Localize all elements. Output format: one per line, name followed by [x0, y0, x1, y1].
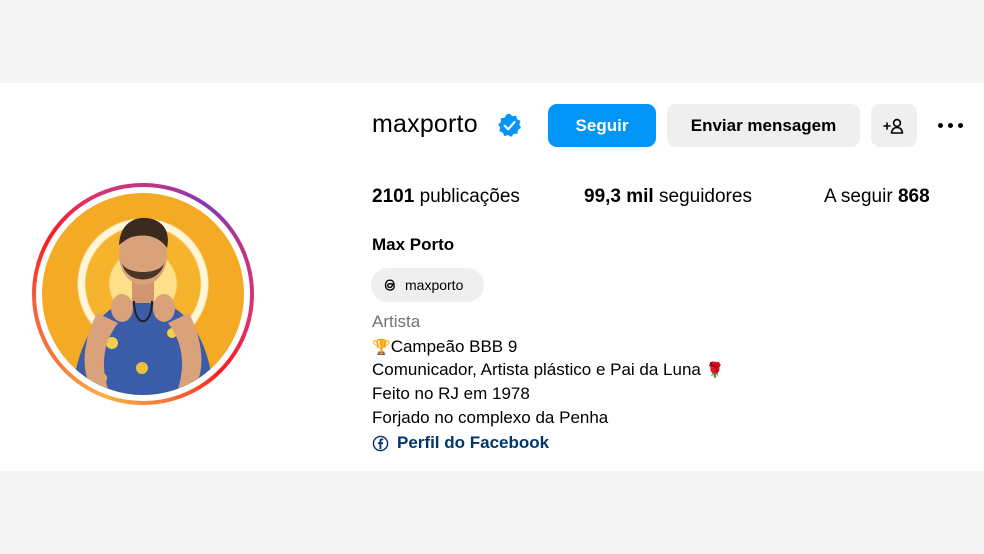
bio-line-3: Feito no RJ em 1978: [372, 384, 530, 403]
profile-avatar-story-ring[interactable]: [32, 183, 254, 405]
threads-profile-link[interactable]: maxporto: [371, 268, 484, 302]
send-message-button[interactable]: Enviar mensagem: [667, 104, 860, 147]
bio-line-1: 🏆Campeão BBB 9: [372, 337, 518, 356]
threads-icon: [384, 279, 395, 291]
suggest-accounts-button[interactable]: [871, 104, 917, 147]
avatar-photo-illustration: [72, 217, 214, 395]
following-link[interactable]: A seguir 868: [824, 186, 930, 208]
facebook-icon: [372, 435, 389, 451]
followers-link[interactable]: 99,3 mil seguidores: [584, 186, 752, 208]
posts-count: 2101 publicações: [372, 186, 520, 207]
person-add-icon: [883, 118, 904, 134]
facebook-profile-link[interactable]: Perfil do Facebook: [372, 433, 549, 453]
rose-icon: 🌹: [705, 362, 725, 379]
profile-full-name: Max Porto: [372, 235, 455, 254]
bio-line-4: Forjado no complexo da Penha: [372, 408, 609, 427]
profile-category: Artista: [372, 312, 421, 331]
trophy-icon: 🏆: [372, 339, 391, 356]
follow-button[interactable]: Seguir: [548, 104, 656, 147]
profile-username: maxporto: [372, 110, 478, 138]
verified-badge-icon: [498, 113, 521, 137]
bio-line-2: Comunicador, Artista plástico e Pai da L…: [372, 360, 725, 379]
more-options-icon[interactable]: [930, 110, 970, 140]
avatar: [42, 193, 244, 395]
threads-handle: maxporto: [405, 277, 464, 293]
